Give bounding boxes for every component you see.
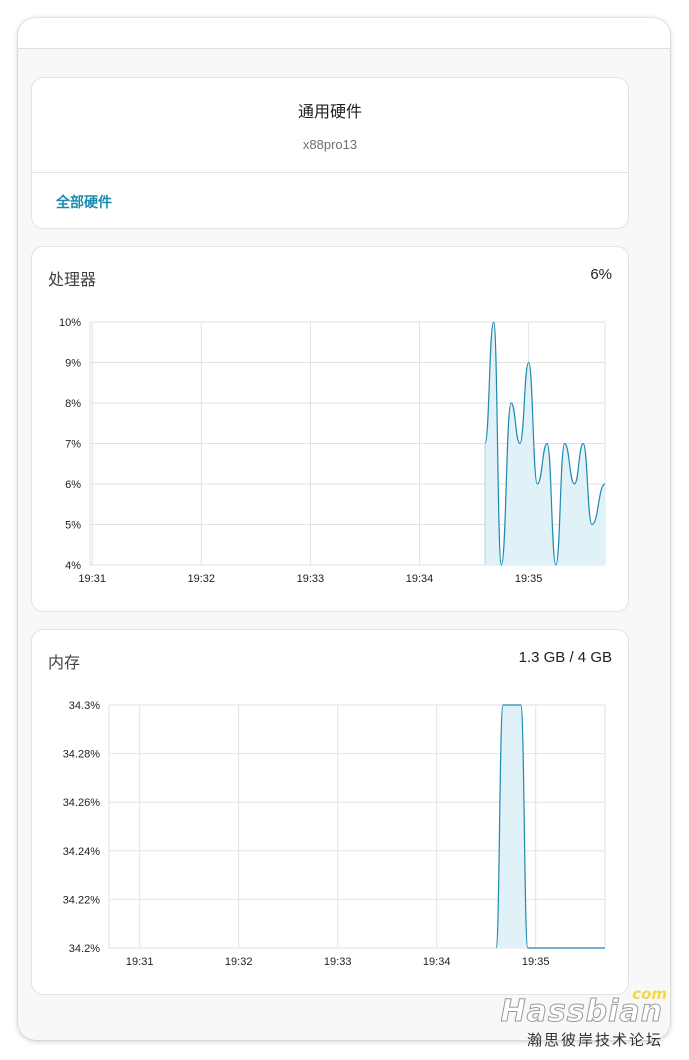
hardware-dialog: 通用硬件 x88pro13 全部硬件 处理器 6% 10% 9% 8% 7% 6% 5% 4… (18, 18, 670, 1040)
card-divider (32, 172, 628, 173)
y-tick-label: 8% (65, 398, 81, 410)
x-tick-label: 19:31 (126, 956, 154, 968)
y-tick-label: 10% (59, 317, 81, 329)
y-tick-label: 7% (65, 439, 81, 451)
y-tick-label: 9% (65, 358, 81, 370)
dialog-header (18, 18, 670, 49)
x-tick-label: 19:35 (522, 956, 550, 968)
y-tick-label: 34.22% (63, 894, 101, 906)
y-tick-label: 6% (65, 479, 81, 491)
x-tick-label: 19:33 (324, 956, 352, 968)
y-tick-label: 4% (65, 560, 81, 572)
all-hardware-link[interactable]: 全部硬件 (56, 192, 112, 212)
x-tick-label: 19:33 (297, 573, 325, 585)
y-tick-label: 34.26% (63, 797, 101, 809)
memory-card: 内存 1.3 GB / 4 GB 34.3% 34.28% 34.26% 34.24%… (31, 629, 629, 995)
x-tick-label: 19:35 (515, 573, 543, 585)
x-tick-label: 19:34 (423, 956, 451, 968)
x-tick-label: 19:32 (225, 956, 253, 968)
x-tick-label: 19:34 (406, 573, 434, 585)
watermark: Hassbian com 瀚思彼岸技术论坛 (500, 985, 667, 1050)
y-tick-label: 34.24% (63, 846, 101, 858)
cpu-chart: 10% 9% 8% 7% 6% 5% 4%19:31 19:32 19:33 19:34 19:35 (59, 317, 606, 585)
device-title: 通用硬件 (297, 104, 362, 121)
watermark-caption: 瀚思彼岸技术论坛 (526, 1031, 663, 1049)
cpu-card: 处理器 6% 10% 9% 8% 7% 6% 5% 4% 19:31 19:32 19:33 19:… (31, 246, 629, 612)
y-tick-label: 34.3% (69, 700, 100, 712)
x-tick-label: 19:31 (78, 573, 106, 585)
y-tick-label: 34.2% (69, 943, 100, 955)
x-tick-label: 19:32 (188, 573, 216, 585)
watermark-suffix: com (632, 985, 667, 1003)
series-area (496, 705, 605, 948)
device-card: 通用硬件 x88pro13 全部硬件 (31, 77, 629, 229)
memory-chart: 34.3% 34.28% 34.26% 34.24% 34.22% 34.2% 19:31 1… (63, 700, 606, 968)
y-tick-label: 5% (65, 520, 81, 532)
device-subtitle: x88pro13 (302, 137, 358, 152)
y-tick-label: 34.28% (63, 749, 101, 761)
